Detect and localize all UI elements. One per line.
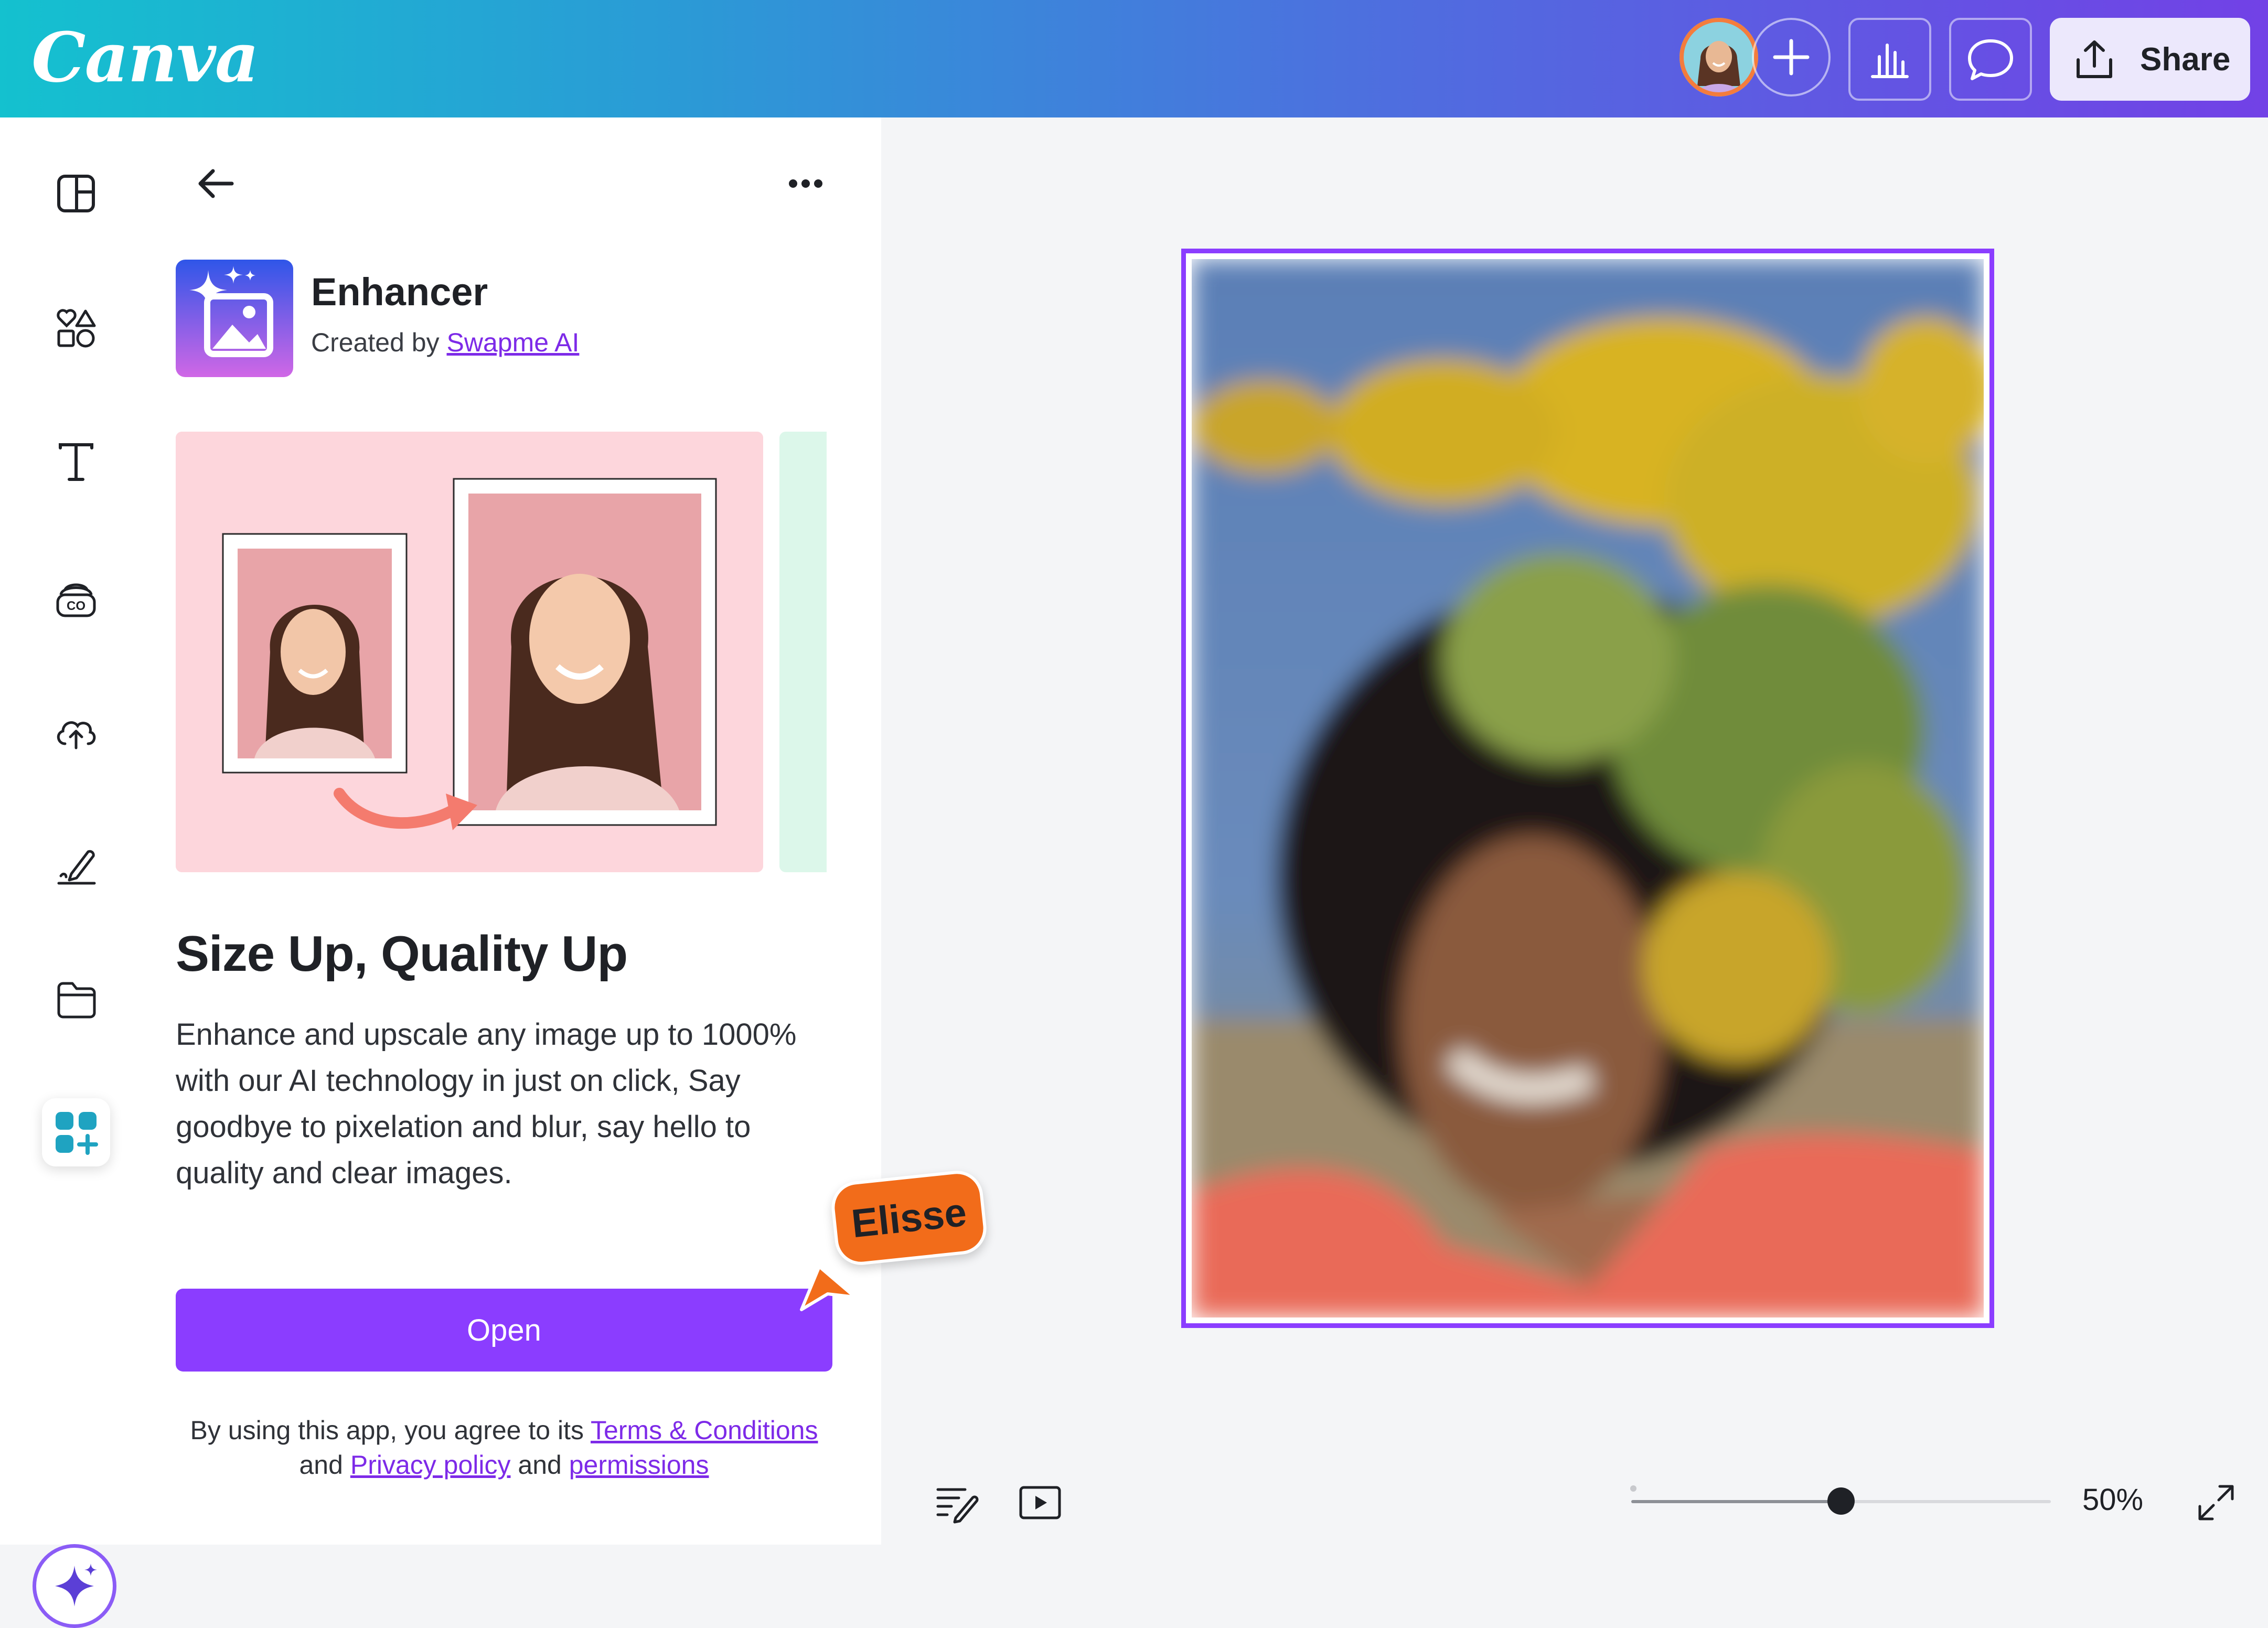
folder-icon	[57, 982, 96, 1019]
svg-text:CO: CO	[67, 599, 85, 613]
zoom-slider-fill	[1631, 1500, 1841, 1503]
left-sidebar: CO	[0, 117, 152, 1628]
sidebar-item-text[interactable]	[42, 428, 110, 496]
terms-and-1: and	[299, 1450, 343, 1480]
zoom-min-marker	[1630, 1485, 1636, 1492]
terms-and-2: and	[518, 1450, 562, 1480]
more-options-button[interactable]	[774, 152, 837, 215]
user-avatar[interactable]	[1679, 18, 1758, 97]
zoom-level[interactable]: 50%	[2082, 1482, 2143, 1517]
app-logo	[176, 260, 293, 377]
next-preview-image	[779, 432, 827, 872]
share-button[interactable]: Share	[2050, 18, 2250, 101]
terms-notice: By using this app, you agree to its Term…	[176, 1413, 832, 1482]
creator-link[interactable]: Swapme AI	[447, 328, 580, 357]
play-icon	[1019, 1486, 1061, 1519]
expand-icon	[2198, 1485, 2234, 1520]
cloud-upload-icon	[57, 721, 96, 749]
apps-icon	[56, 1112, 98, 1155]
terms-prefix: By using this app, you agree to its	[190, 1416, 584, 1445]
sidebar-item-apps[interactable]	[42, 1098, 110, 1166]
app-preview-image	[176, 432, 763, 872]
bar-chart-icon	[1871, 44, 1909, 78]
text-icon	[59, 443, 93, 481]
terms-link[interactable]: Terms & Conditions	[591, 1416, 818, 1445]
comments-button[interactable]	[1949, 18, 2032, 101]
sidebar-item-brand[interactable]: CO	[42, 562, 110, 630]
app-headline: Size Up, Quality Up	[176, 926, 628, 982]
canva-logo[interactable]: Canva	[31, 16, 259, 100]
top-bar: Canva Share	[0, 0, 2268, 117]
brand-icon: CO	[56, 583, 96, 617]
app-description: Enhance and upscale any image up to 1000…	[176, 1018, 797, 1190]
layout-icon	[57, 175, 95, 212]
collaborator-cursor	[797, 1261, 902, 1366]
app-name: Enhancer	[311, 270, 488, 314]
sidebar-item-design[interactable]	[42, 159, 110, 228]
sidebar-item-uploads[interactable]	[42, 697, 110, 765]
enhancer-app-icon	[176, 260, 293, 377]
cursor-arrow-icon	[800, 1265, 857, 1311]
app-creator: Created by Swapme AI	[311, 327, 579, 358]
plus-icon	[1773, 39, 1810, 76]
collaborator-name-tag: Elisse	[829, 1168, 989, 1268]
sidebar-item-draw[interactable]	[42, 831, 110, 899]
open-button[interactable]: Open	[176, 1289, 832, 1372]
add-collaborator-button[interactable]	[1752, 18, 1831, 97]
permissions-link[interactable]: permissions	[569, 1450, 709, 1480]
fullscreen-button[interactable]	[2192, 1479, 2240, 1526]
shapes-icon	[57, 309, 96, 348]
magic-button[interactable]	[33, 1544, 116, 1628]
sidebar-item-projects[interactable]	[42, 965, 110, 1033]
more-icon	[789, 179, 822, 188]
share-label: Share	[2140, 41, 2231, 78]
present-button[interactable]	[1017, 1479, 1064, 1526]
insights-button[interactable]	[1848, 18, 1931, 101]
sidebar-item-elements[interactable]	[42, 294, 110, 362]
pen-icon	[57, 850, 96, 885]
zoom-slider-handle[interactable]	[1827, 1487, 1855, 1515]
comment-icon	[1968, 39, 2013, 80]
privacy-policy-link[interactable]: Privacy policy	[350, 1450, 511, 1480]
back-button[interactable]	[184, 152, 247, 215]
design-image	[1192, 259, 1984, 1318]
app-panel: Enhancer Created by Swapme AI Size Up, Q…	[152, 117, 881, 1545]
notes-button[interactable]	[933, 1479, 980, 1526]
canvas-selected-image[interactable]	[1181, 249, 1994, 1328]
arrow-left-icon	[198, 169, 234, 198]
upload-icon	[2077, 40, 2112, 78]
created-by-label: Created by	[311, 328, 440, 357]
notes-icon	[936, 1488, 979, 1524]
sparkle-icon	[55, 1563, 97, 1606]
